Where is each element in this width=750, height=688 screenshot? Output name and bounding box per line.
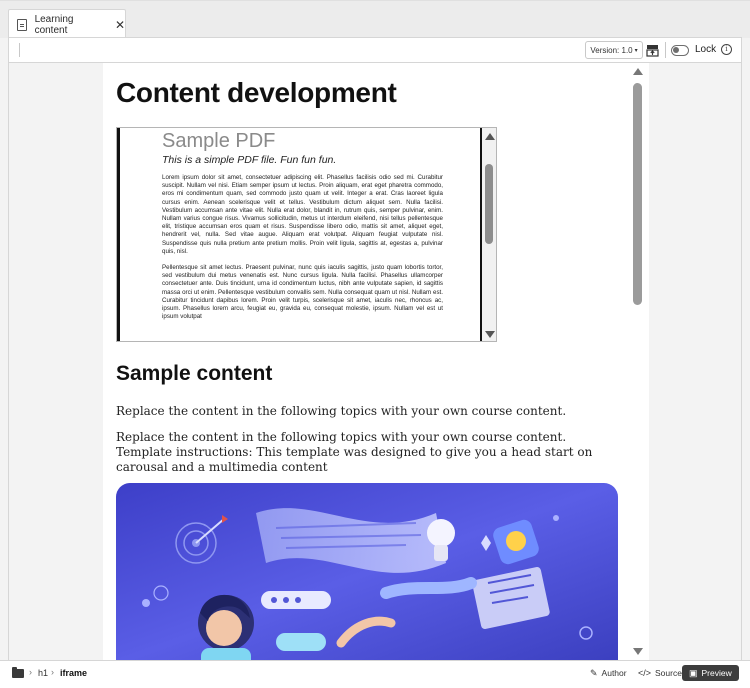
- pdf-iframe[interactable]: Sample PDF This is a simple PDF file. Fu…: [116, 127, 497, 342]
- source-button[interactable]: </> Source: [638, 665, 682, 681]
- author-button[interactable]: ✎ Author: [590, 665, 627, 681]
- section-heading[interactable]: Sample content: [116, 362, 272, 386]
- pdf-scrollbar[interactable]: [482, 128, 496, 341]
- hero-illustration[interactable]: [116, 483, 618, 660]
- info-icon[interactable]: i: [721, 44, 732, 55]
- divider: [19, 43, 20, 57]
- source-label: Source: [655, 668, 682, 678]
- lock-toggle[interactable]: [671, 45, 689, 56]
- scroll-thumb[interactable]: [485, 164, 493, 244]
- pdf-subtitle: This is a simple PDF file. Fun fun fun.: [162, 154, 337, 166]
- pdf-title: Sample PDF: [162, 130, 276, 152]
- tab-learning-content[interactable]: Learning content ✕: [8, 9, 126, 39]
- version-label: Version: 1.0: [590, 45, 633, 55]
- tab-label: Learning content: [34, 13, 74, 36]
- editor-window: Learning content ✕ Version: 1.0 ▾ Lock i…: [0, 0, 750, 688]
- body-paragraph[interactable]: Replace the content in the following top…: [116, 404, 616, 419]
- scroll-down-icon[interactable]: [633, 648, 643, 655]
- close-icon[interactable]: ✕: [115, 19, 125, 31]
- document-icon: [17, 18, 27, 31]
- tab-bar: Learning content ✕: [0, 0, 750, 39]
- scroll-thumb[interactable]: [633, 83, 642, 305]
- editor-canvas: Content development Sample PDF This is a…: [8, 63, 742, 660]
- chevron-right-icon: ›: [29, 667, 32, 677]
- edit-document-icon: ✎: [590, 667, 598, 678]
- body-paragraph[interactable]: Replace the content in the following top…: [116, 430, 616, 475]
- chevron-right-icon: ›: [51, 667, 54, 677]
- preview-icon: ▣: [689, 667, 698, 678]
- lock-label: Lock: [695, 44, 717, 55]
- chevron-down-icon: ▾: [634, 47, 638, 54]
- page-title[interactable]: Content development: [116, 77, 397, 109]
- breadcrumb-h1[interactable]: h1: [38, 668, 48, 678]
- toolbar: Version: 1.0 ▾ Lock i: [8, 37, 742, 63]
- status-bar: › h1 › iframe ✎ Author </> Source ▣ Prev…: [0, 660, 750, 688]
- author-label: Author: [601, 668, 627, 678]
- pdf-paragraph: Lorem ipsum dolor sit amet, consectetuer…: [162, 174, 443, 255]
- publish-icon[interactable]: [643, 41, 661, 59]
- code-icon: </>: [638, 668, 652, 678]
- version-dropdown[interactable]: Version: 1.0 ▾: [585, 41, 643, 59]
- pdf-document: Sample PDF This is a simple PDF file. Fu…: [117, 128, 483, 341]
- pdf-paragraph: Pellentesque sit amet lectus. Praesent p…: [162, 264, 443, 321]
- scroll-up-icon[interactable]: [485, 133, 495, 140]
- scroll-down-icon[interactable]: [485, 331, 495, 338]
- divider: [665, 42, 666, 58]
- folder-icon[interactable]: [12, 667, 24, 678]
- preview-button[interactable]: ▣ Preview: [682, 665, 739, 681]
- content-page: Content development Sample PDF This is a…: [103, 63, 649, 660]
- preview-label: Preview: [701, 668, 732, 678]
- page-scrollbar[interactable]: [629, 63, 647, 660]
- scroll-up-icon[interactable]: [633, 68, 643, 75]
- breadcrumb-iframe[interactable]: iframe: [60, 668, 87, 678]
